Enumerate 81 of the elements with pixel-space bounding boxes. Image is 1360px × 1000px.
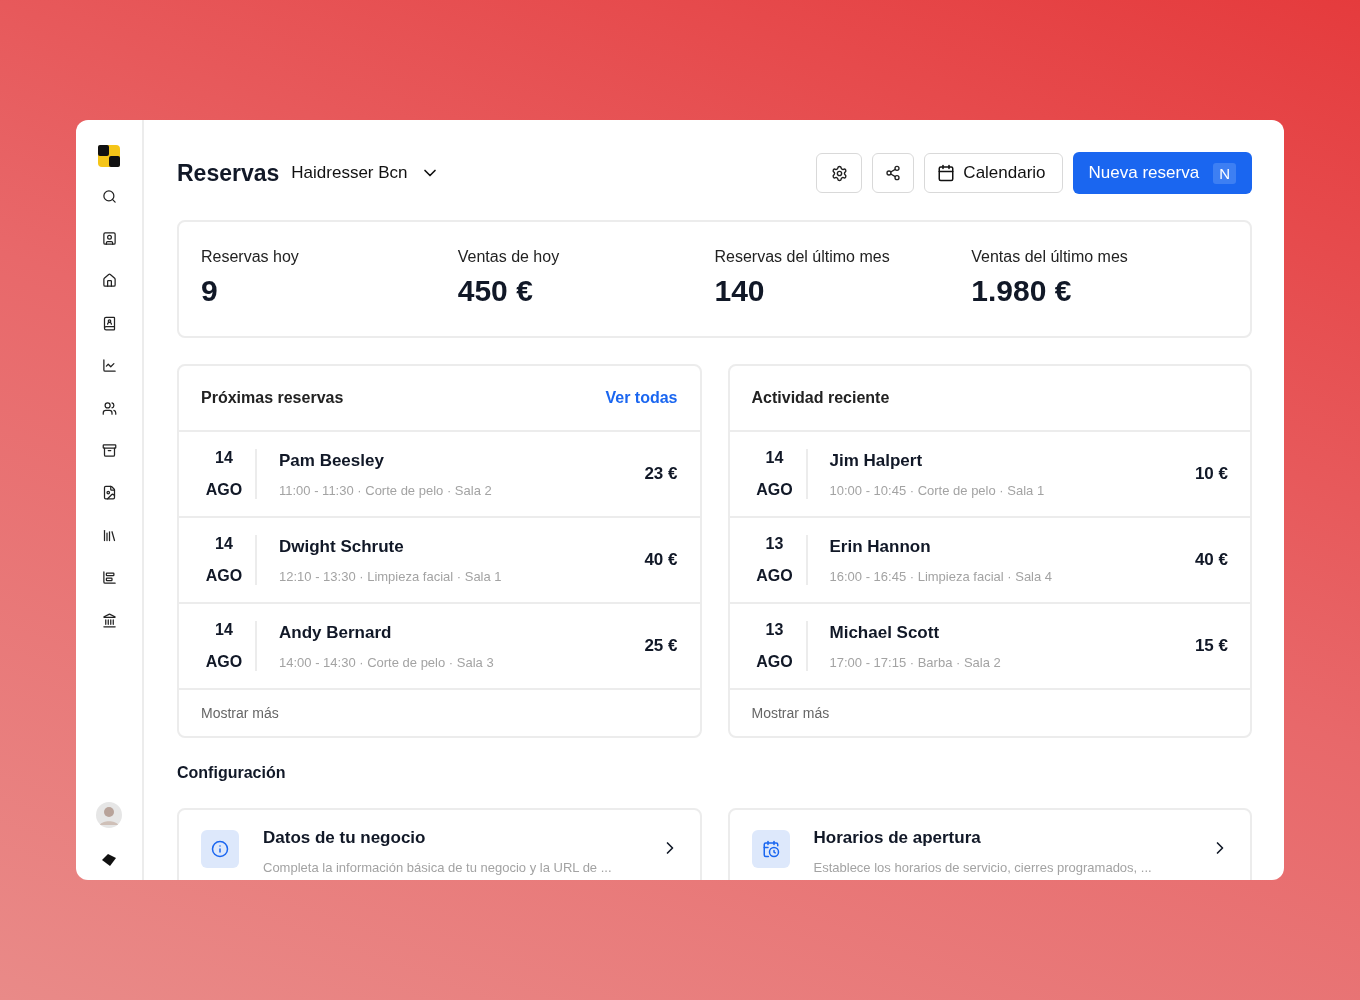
settings-icon [830,164,848,182]
date-month: AGO [756,481,793,499]
business-selector[interactable]: Haidresser Bcn [291,163,440,183]
card-title: Horarios de apertura [813,828,982,848]
view-all-link[interactable]: Ver todas [605,389,678,407]
archive-icon[interactable] [101,443,117,459]
date-day: 14 [215,449,233,467]
settings-card[interactable]: Datos de tu negocio Completa la información básica de tu negocio y la URL de ... [177,808,702,880]
stat-label: Ventas del último mes [971,248,1129,266]
client-name: Andy Bernard [279,622,393,643]
date-month: AGO [756,567,793,585]
booking-row[interactable]: 14 AGO Jim Halpert 10:00 - 10:45 · Corte de pelo · Sala 1 10 € [729,432,1250,518]
stat-label: Ventas de hoy [457,248,561,266]
shortcut-key: N [1213,162,1236,184]
booking-price: 23 € [644,464,678,484]
card-description: Establece los horarios de servicio, cierres programados, ... [813,860,1153,875]
settings-button[interactable] [816,153,863,193]
client-name: Jim Halpert [829,450,924,471]
date-month: AGO [205,653,243,671]
date-day: 14 [765,449,784,467]
brand-icon [102,854,116,866]
info-icon [211,840,229,858]
calendar-button[interactable]: Calendario [924,153,1063,193]
date-day: 13 [765,535,784,553]
client-name: Dwight Schrute [279,536,405,557]
booking-price: 15 € [1194,636,1228,656]
logo-icon [98,145,120,167]
panel-title: Próximas reservas [201,389,344,407]
date-month: AGO [205,567,243,585]
booking-row[interactable]: 13 AGO Erin Hannon 16:00 - 16:45 · Limpieza facial · Sala 4 40 € [729,518,1250,604]
client-name: Erin Hannon [829,536,932,557]
date-day: 14 [215,535,233,553]
bar-chart-icon[interactable] [101,570,117,586]
booking-row[interactable]: 13 AGO Michael Scott 17:00 - 17:15 · Barba · Sala 2 15 € [729,604,1250,690]
stat-label: Reservas del último mes [714,248,891,266]
file-image-icon[interactable] [101,485,117,501]
calendar-icon [937,164,956,182]
date-day: 14 [215,621,233,639]
booking-details: 11:00 - 11:30 · Corte de pelo · Sala 2 [279,482,493,498]
booking-details: 12:10 - 13:30 · Limpieza facial · Sala 1 [279,568,503,584]
share-icon [885,165,902,181]
booking-row[interactable]: 14 AGO Pam Beesley 11:00 - 11:30 · Corte de pelo · Sala 2 23 € [179,432,700,518]
panel-title: Actividad reciente [751,389,890,407]
page-title: Reservas [177,159,280,187]
booking-details: 14:00 - 14:30 · Corte de pelo · Sala 3 [279,654,495,670]
calendar-clock-icon [761,840,780,858]
home-icon[interactable] [101,273,117,289]
new-booking-button[interactable]: Nueva reserva N [1072,152,1252,194]
stat-label: Reservas hoy [201,248,300,266]
booking-price: 40 € [644,550,678,570]
stat-value: 450 € [457,274,534,308]
date-month: AGO [205,481,243,499]
line-chart-icon[interactable] [101,358,117,374]
date-day: 13 [765,621,784,639]
contact-card-icon[interactable] [101,231,117,247]
bank-icon[interactable] [101,612,117,628]
section-title: Configuración [177,764,287,782]
share-button[interactable] [872,153,915,193]
client-name: Pam Beesley [279,450,385,471]
card-title: Datos de tu negocio [263,828,427,848]
stat-value: 1.980 € [971,274,1073,308]
booking-details: 16:00 - 16:45 · Limpieza facial · Sala 4 [829,568,1054,584]
settings-card[interactable]: Horarios de apertura Establece los horarios de servicio, cierres programados, ... [727,808,1252,880]
booking-details: 10:00 - 10:45 · Corte de pelo · Sala 1 [829,482,1046,498]
search-icon[interactable] [101,188,117,204]
address-book-icon[interactable] [101,315,117,331]
show-more-link[interactable]: Mostrar más [751,705,830,721]
client-name: Michael Scott [829,622,941,643]
booking-details: 17:00 - 17:15 · Barba · Sala 2 [829,654,1002,670]
booking-row[interactable]: 14 AGO Andy Bernard 14:00 - 14:30 · Corte de pelo · Sala 3 25 € [179,604,700,690]
booking-price: 25 € [644,636,678,656]
stat-value: 9 [201,274,219,308]
library-icon[interactable] [101,527,117,543]
stat-value: 140 [714,274,766,308]
booking-price: 10 € [1194,464,1228,484]
show-more-link[interactable]: Mostrar más [201,705,279,721]
users-icon[interactable] [101,400,117,416]
date-month: AGO [756,653,793,671]
booking-row[interactable]: 14 AGO Dwight Schrute 12:10 - 13:30 · Limpieza facial · Sala 1 40 € [179,518,700,604]
card-description: Completa la información básica de tu negocio y la URL de ... [263,860,613,875]
booking-price: 40 € [1194,550,1228,570]
